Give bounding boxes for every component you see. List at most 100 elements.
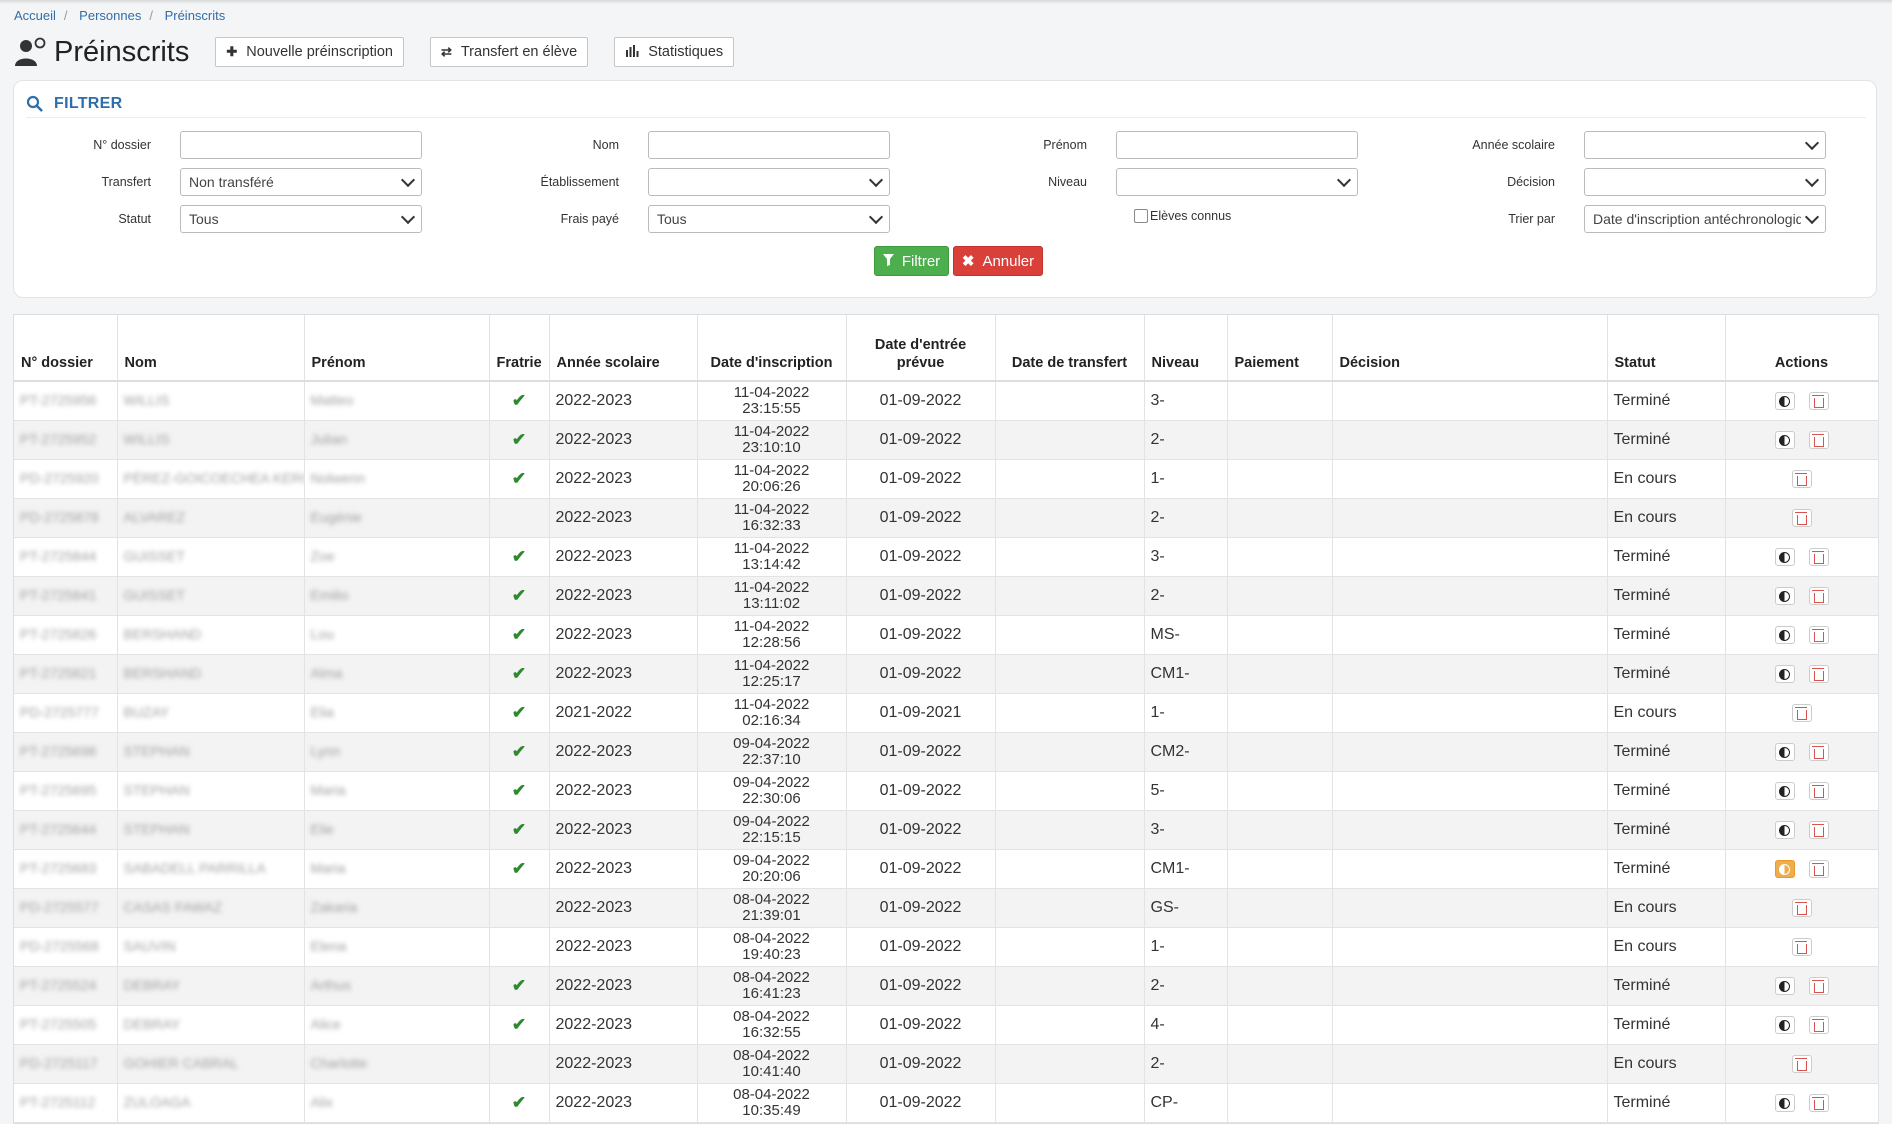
breadcrumb-accueil[interactable]: Accueil	[14, 8, 56, 23]
delete-button[interactable]	[1808, 626, 1829, 644]
delete-button[interactable]	[1808, 782, 1829, 800]
cell-dossier[interactable]: PD-2725568	[14, 927, 118, 967]
contrast-button[interactable]	[1774, 431, 1795, 449]
filtrer-button[interactable]: Filtrer	[874, 246, 949, 276]
col-date-inscription[interactable]: Date d'inscription	[697, 315, 847, 382]
cell-nom[interactable]: ALVAREZ	[117, 498, 305, 538]
decision-select[interactable]	[1584, 168, 1826, 196]
statut-select[interactable]: Tous	[180, 205, 422, 233]
cell-nom[interactable]: WILLIS	[117, 381, 305, 421]
col-date-entree[interactable]: Date d'entrée prévue	[846, 315, 996, 382]
table-row[interactable]: PT-2725524 DEBRAY Arthus ✔ 2022-2023 08-04-20…	[14, 966, 1879, 1006]
cell-nom[interactable]: BERSHAND	[117, 654, 305, 694]
cell-dossier[interactable]: PT-2725844	[14, 537, 118, 577]
col-nom[interactable]: Nom	[117, 315, 305, 382]
cell-prenom[interactable]: Eugénie	[304, 498, 490, 538]
cell-dossier[interactable]: PT-2725841	[14, 576, 118, 616]
col-statut[interactable]: Statut	[1607, 315, 1726, 382]
cell-nom[interactable]: STEPHAN	[117, 732, 305, 772]
table-row[interactable]: PD-2725577 CASAS FAWAZ Zakaria 2022-2023 08-…	[14, 888, 1879, 928]
cell-dossier[interactable]: PT-2725644	[14, 810, 118, 850]
cell-prenom[interactable]: Julian	[304, 420, 490, 460]
cell-prenom[interactable]: Zakaria	[304, 888, 490, 928]
cell-dossier[interactable]: PD-2725577	[14, 888, 118, 928]
frais-select[interactable]: Tous	[648, 205, 890, 233]
table-row[interactable]: PT-2725821 BERSHAND Alma ✔ 2022-2023 11-04-20…	[14, 654, 1879, 694]
cell-prenom[interactable]: Maria	[304, 849, 490, 889]
delete-button[interactable]	[1791, 704, 1812, 722]
cell-prenom[interactable]: Matteo	[304, 381, 490, 421]
delete-button[interactable]	[1808, 1016, 1829, 1034]
new-preinscription-button[interactable]: ✚ Nouvelle préinscription	[215, 37, 404, 67]
cell-nom[interactable]: STEPHAN	[117, 771, 305, 811]
cell-dossier[interactable]: PT-2725698	[14, 732, 118, 772]
cell-nom[interactable]: BERSHAND	[117, 615, 305, 655]
cell-prenom[interactable]: Nolwenn	[304, 459, 490, 499]
eleves-connus-checkbox[interactable]	[1134, 209, 1148, 223]
delete-button[interactable]	[1808, 665, 1829, 683]
contrast-button[interactable]	[1774, 392, 1795, 410]
delete-button[interactable]	[1791, 509, 1812, 527]
filter-header[interactable]: FILTRER	[26, 91, 1866, 118]
contrast-button[interactable]	[1774, 665, 1795, 683]
contrast-button[interactable]	[1774, 587, 1795, 605]
delete-button[interactable]	[1808, 587, 1829, 605]
cell-prenom[interactable]: Lou	[304, 615, 490, 655]
statistics-button[interactable]: Statistiques	[614, 37, 735, 67]
delete-button[interactable]	[1791, 938, 1812, 956]
cell-nom[interactable]: GOHIER CABRAL	[117, 1044, 305, 1084]
transfer-button[interactable]: ⇄ Transfert en élève	[429, 37, 589, 67]
contrast-button[interactable]	[1774, 1094, 1795, 1112]
cell-nom[interactable]: STEPHAN	[117, 810, 305, 850]
col-dossier[interactable]: N° dossier	[14, 315, 118, 382]
delete-button[interactable]	[1808, 1094, 1829, 1112]
breadcrumb-personnes[interactable]: Personnes	[79, 8, 141, 23]
niveau-select[interactable]	[1116, 168, 1358, 196]
delete-button[interactable]	[1808, 821, 1829, 839]
cell-nom[interactable]: DEBRAY	[117, 1005, 305, 1045]
cell-nom[interactable]: PÉREZ-GOICOECHEA KERGALL	[117, 459, 305, 499]
cell-prenom[interactable]: Alma	[304, 654, 490, 694]
contrast-button[interactable]	[1774, 821, 1795, 839]
annuler-button[interactable]: ✖ Annuler	[953, 246, 1043, 276]
delete-button[interactable]	[1808, 743, 1829, 761]
col-annee[interactable]: Année scolaire	[549, 315, 698, 382]
cell-nom[interactable]: CASAS FAWAZ	[117, 888, 305, 928]
cell-nom[interactable]: DEBRAY	[117, 966, 305, 1006]
cell-dossier[interactable]: PT-2725695	[14, 771, 118, 811]
cell-prenom[interactable]: Alice	[304, 1005, 490, 1045]
delete-button[interactable]	[1791, 899, 1812, 917]
cell-dossier[interactable]: PT-2725826	[14, 615, 118, 655]
cell-dossier[interactable]: PT-2725821	[14, 654, 118, 694]
contrast-button[interactable]	[1774, 977, 1795, 995]
table-row[interactable]: PT-2725826 BERSHAND Lou ✔ 2022-2023 11-04-202…	[14, 615, 1879, 655]
table-row[interactable]: PT-2725683 SABADELL PARRILLA Maria ✔ 2022-20…	[14, 849, 1879, 889]
cell-dossier[interactable]: PT-2725952	[14, 420, 118, 460]
cell-nom[interactable]: GUISSET	[117, 576, 305, 616]
cell-nom[interactable]: GUISSET	[117, 537, 305, 577]
col-date-transfert[interactable]: Date de transfert	[995, 315, 1145, 382]
col-decision[interactable]: Décision	[1332, 315, 1608, 382]
cell-prenom[interactable]: Emilio	[304, 576, 490, 616]
trier-select[interactable]: Date d'inscription antéchronologique	[1584, 205, 1826, 233]
table-row[interactable]: PT-2725505 DEBRAY Alice ✔ 2022-2023 08-04-202…	[14, 1005, 1879, 1045]
cell-prenom[interactable]: Lynn	[304, 732, 490, 772]
delete-button[interactable]	[1791, 470, 1812, 488]
table-row[interactable]: PT-2725112 ZULOAGA Alix ✔ 2022-2023 08-04-202…	[14, 1083, 1879, 1123]
cell-prenom[interactable]: Zoe	[304, 537, 490, 577]
table-row[interactable]: PT-2725844 GUISSET Zoe ✔ 2022-2023 11-04-2022…	[14, 537, 1879, 577]
annee-select[interactable]	[1584, 131, 1826, 159]
table-row[interactable]: PD-2725878 ALVAREZ Eugénie 2022-2023 11-04-2…	[14, 498, 1879, 538]
col-fratrie[interactable]: Fratrie	[489, 315, 550, 382]
cell-prenom[interactable]: Elie	[304, 810, 490, 850]
dossier-input[interactable]	[180, 131, 422, 159]
table-row[interactable]: PT-2725956 WILLIS Matteo ✔ 2022-2023 11-04-20…	[14, 381, 1879, 421]
prenom-input[interactable]	[1116, 131, 1358, 159]
cell-nom[interactable]: WILLIS	[117, 420, 305, 460]
cell-dossier[interactable]: PD-2725117	[14, 1044, 118, 1084]
nom-input[interactable]	[648, 131, 890, 159]
delete-button[interactable]	[1808, 392, 1829, 410]
cell-dossier[interactable]: PT-2725683	[14, 849, 118, 889]
delete-button[interactable]	[1791, 1055, 1812, 1073]
contrast-button[interactable]	[1774, 743, 1795, 761]
